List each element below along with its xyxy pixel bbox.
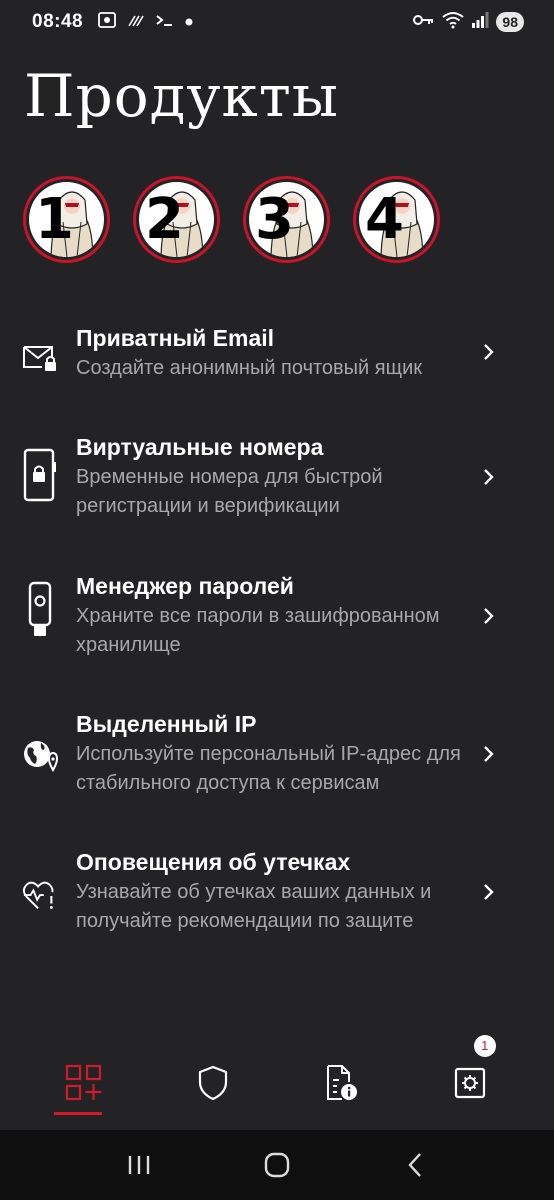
product-title: Виртуальные номера bbox=[76, 434, 324, 460]
product-description: Узнавайте об утечках ваших данных и полу… bbox=[76, 881, 432, 932]
product-password-manager[interactable]: Менеджер паролей Храните все пароли в за… bbox=[0, 570, 554, 665]
chevron-right-icon bbox=[482, 882, 496, 907]
story-4[interactable]: 4 bbox=[353, 176, 440, 263]
product-title: Оповещения об утечках bbox=[76, 849, 351, 875]
battery-indicator: 98 bbox=[496, 12, 524, 32]
tab-products[interactable] bbox=[44, 1049, 124, 1121]
fingerprint-icon bbox=[127, 12, 145, 32]
story-avatar: 4 bbox=[359, 182, 434, 257]
product-title: Приватный Email bbox=[76, 325, 275, 351]
active-tab-indicator bbox=[54, 1112, 103, 1115]
document-info-icon bbox=[324, 1064, 358, 1107]
stories-row: 1 2 3 4 bbox=[23, 176, 440, 263]
product-description: Используйте персональный IP-адрес для ст… bbox=[76, 743, 461, 794]
dot-icon bbox=[185, 14, 193, 30]
story-3[interactable]: 3 bbox=[243, 176, 330, 263]
system-nav-bar bbox=[0, 1130, 554, 1200]
status-bar: 08:48 98 bbox=[0, 0, 554, 44]
recent-apps-icon bbox=[128, 1156, 150, 1174]
story-1[interactable]: 1 bbox=[23, 176, 110, 263]
tab-documents[interactable] bbox=[301, 1049, 381, 1121]
product-description: Создайте анонимный почтовый ящик bbox=[76, 357, 422, 379]
mail-lock-icon bbox=[22, 332, 58, 384]
story-number: 4 bbox=[365, 187, 404, 252]
settings-gear-icon bbox=[454, 1067, 486, 1104]
globe-location-icon bbox=[22, 730, 58, 782]
grid-plus-icon bbox=[65, 1064, 103, 1107]
key-icon bbox=[413, 13, 435, 32]
story-number: 2 bbox=[145, 187, 184, 252]
chevron-right-icon bbox=[482, 606, 496, 631]
product-virtual-numbers[interactable]: Виртуальные номера Временные номера для … bbox=[0, 431, 554, 526]
chevron-right-icon bbox=[482, 467, 496, 492]
phone-lock-icon bbox=[22, 448, 58, 502]
wifi-icon bbox=[442, 11, 465, 34]
settings-badge: 1 bbox=[473, 1035, 496, 1057]
story-number: 3 bbox=[255, 187, 294, 252]
product-leak-alerts[interactable]: Оповещения об утечках Узнавайте об утечк… bbox=[0, 846, 554, 941]
back-icon bbox=[408, 1153, 421, 1177]
chevron-right-icon bbox=[482, 744, 496, 769]
heart-alert-icon bbox=[22, 870, 58, 922]
shield-icon bbox=[197, 1065, 229, 1106]
story-avatar: 3 bbox=[249, 182, 324, 257]
screenshot-icon bbox=[97, 11, 117, 33]
product-description: Храните все пароли в зашифрованном храни… bbox=[76, 605, 440, 656]
home-button[interactable] bbox=[252, 1140, 302, 1190]
page-title: Продукты bbox=[24, 62, 339, 130]
status-time: 08:48 bbox=[32, 11, 84, 32]
product-dedicated-ip[interactable]: Выделенный IP Используйте персональный I… bbox=[0, 708, 554, 803]
story-avatar: 1 bbox=[29, 182, 104, 257]
usb-key-icon bbox=[22, 581, 58, 636]
home-icon bbox=[264, 1152, 290, 1178]
chevron-right-icon bbox=[482, 342, 496, 367]
bottom-nav: 1 bbox=[0, 1035, 554, 1130]
recent-apps-button[interactable] bbox=[114, 1140, 164, 1190]
tab-protection[interactable] bbox=[173, 1049, 253, 1121]
product-description: Временные номера для быстрой регистрации… bbox=[76, 466, 383, 517]
story-2[interactable]: 2 bbox=[133, 176, 220, 263]
product-private-email[interactable]: Приватный Email Создайте анонимный почто… bbox=[0, 322, 554, 392]
story-number: 1 bbox=[35, 187, 74, 252]
back-button[interactable] bbox=[390, 1140, 440, 1190]
terminal-icon bbox=[155, 12, 175, 32]
tab-settings[interactable]: 1 bbox=[430, 1035, 510, 1121]
product-title: Менеджер паролей bbox=[76, 573, 294, 599]
signal-icon bbox=[471, 11, 489, 33]
product-title: Выделенный IP bbox=[76, 711, 257, 737]
story-avatar: 2 bbox=[139, 182, 214, 257]
